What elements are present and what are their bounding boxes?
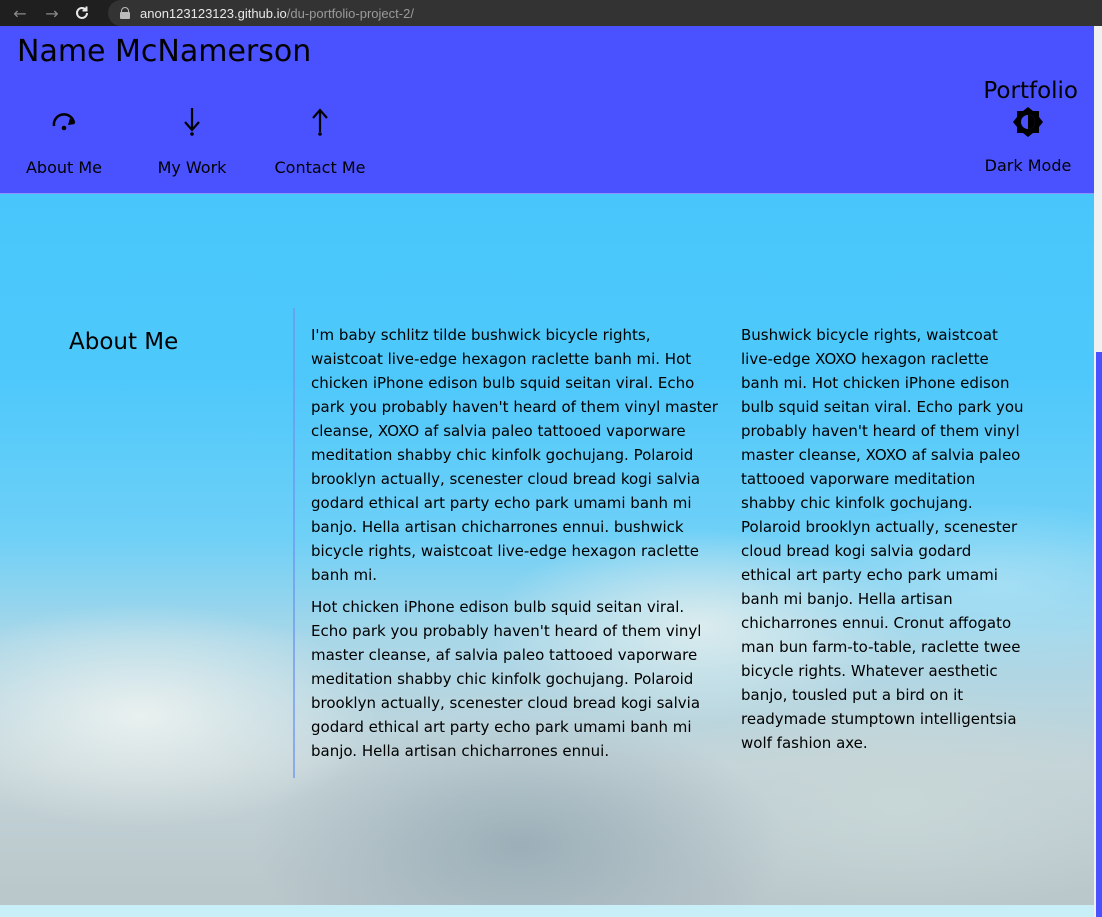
reload-icon[interactable] [70,1,94,25]
page-scrollbar[interactable] [1094,26,1102,917]
browser-toolbar: ← → anon123123123.github.io/du-portfolio… [0,0,1102,26]
url-text: anon123123123.github.io/du-portfolio-pro… [140,6,414,21]
forward-arrow-icon[interactable]: → [40,1,64,25]
nav-my-work[interactable]: My Work [137,106,247,177]
redo-arrow-icon [9,106,119,140]
about-paragraph: Bushwick bicycle rights, waistcoat live-… [741,326,1024,752]
dark-mode-label: Dark Mode [984,156,1072,175]
nav-label: My Work [157,158,227,177]
about-paragraph: Hot chicken iPhone edison bulb squid sei… [311,598,702,760]
scrollbar-thumb[interactable] [1096,352,1102,917]
nav-contact-me[interactable]: Contact Me [265,106,375,177]
about-me-heading: About Me [69,329,179,355]
dark-mode-toggle[interactable]: Dark Mode [978,106,1078,175]
site-name: Name McNamerson [17,34,312,69]
nav-label: About Me [25,158,103,177]
page-bottom-strip [0,905,1094,917]
page-viewport: Name McNamerson About Me My Work Contact… [0,26,1094,905]
arrow-down-icon [137,106,247,140]
back-arrow-icon[interactable]: ← [8,1,32,25]
section-divider [293,308,295,778]
nav-label: Contact Me [274,158,366,177]
address-bar[interactable]: anon123123123.github.io/du-portfolio-pro… [108,0,1102,26]
lock-icon [120,7,130,19]
arrow-up-icon [265,106,375,140]
url-path: /du-portfolio-project-2/ [286,5,414,21]
url-host: anon123123123.github.io [140,5,287,21]
brightness-icon [978,106,1078,138]
about-paragraph: I'm baby schlitz tilde bushwick bicycle … [311,326,718,584]
nav-about-me[interactable]: About Me [9,106,119,177]
portfolio-title: Portfolio [983,78,1078,104]
site-header: Name McNamerson About Me My Work Contact… [0,26,1094,194]
